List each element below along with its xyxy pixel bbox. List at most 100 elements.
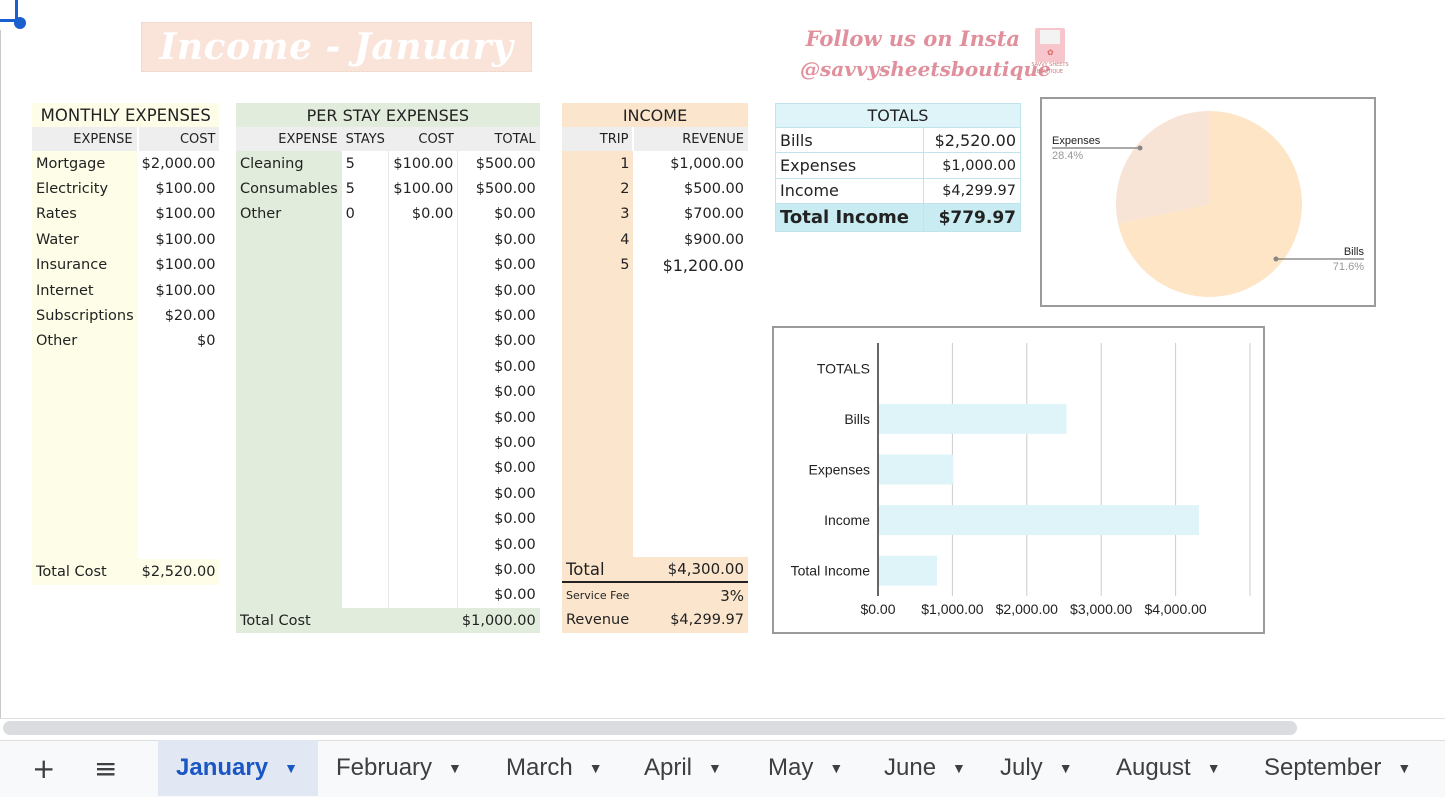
expense-name[interactable] — [236, 354, 342, 380]
trip-revenue[interactable]: $1,000.00 — [633, 151, 748, 177]
add-sheet-button[interactable]: + — [32, 752, 55, 785]
expense-cost[interactable] — [388, 379, 458, 405]
per-stay-total-value[interactable]: $1,000.00 — [458, 608, 540, 633]
sheet-tab-september[interactable]: September ▼ — [1246, 740, 1416, 796]
expense-cost[interactable] — [388, 557, 458, 583]
sheet-tab-april[interactable]: April ▼ — [626, 740, 750, 796]
expense-total[interactable]: $0.00 — [457, 201, 540, 228]
pie-chart[interactable]: Expenses 28.4% Bills 71.6% — [1040, 97, 1376, 307]
expense-name[interactable]: Other — [236, 201, 342, 228]
expense-name[interactable] — [236, 252, 342, 278]
expense-cost[interactable] — [388, 481, 458, 507]
totals-value[interactable]: $4,299.97 — [922, 177, 1022, 205]
expense-name[interactable] — [236, 277, 342, 304]
expense-name[interactable]: Electricity — [32, 176, 138, 202]
trip-revenue[interactable]: $700.00 — [633, 201, 748, 228]
col-header-trip[interactable]: TRIP — [562, 127, 634, 151]
expense-cost[interactable]: $100.00 — [137, 252, 220, 278]
expense-total[interactable]: $0.00 — [457, 557, 540, 583]
stays-count[interactable] — [341, 277, 389, 304]
expense-cost[interactable] — [388, 404, 458, 431]
sheet-tab-june[interactable]: June ▼ — [866, 740, 982, 796]
sheet-tab-march[interactable]: March ▼ — [488, 740, 626, 796]
trip-revenue[interactable]: $500.00 — [633, 176, 748, 202]
stays-count[interactable]: 0 — [341, 201, 389, 228]
expense-name[interactable] — [236, 303, 342, 329]
col-header-expense[interactable]: EXPENSE — [32, 127, 138, 151]
expense-total[interactable]: $0.00 — [457, 481, 540, 507]
sheet-tab-january[interactable]: January ▼ — [158, 740, 318, 796]
col-header-cost[interactable]: COST — [136, 127, 220, 151]
stays-count[interactable] — [341, 404, 389, 431]
chevron-down-icon[interactable]: ▼ — [952, 760, 966, 776]
expense-cost[interactable]: $100.00 — [388, 151, 458, 177]
service-fee-value[interactable]: 3% — [633, 582, 748, 607]
expense-cost[interactable] — [388, 252, 458, 278]
expense-total[interactable]: $0.00 — [457, 227, 540, 253]
expense-cost[interactable]: $20.00 — [137, 303, 220, 329]
expense-total[interactable]: $0.00 — [457, 303, 540, 329]
pie-slice-expenses[interactable] — [1116, 111, 1209, 224]
expense-cost[interactable] — [388, 455, 458, 482]
expense-name[interactable] — [236, 481, 342, 507]
bar-income[interactable] — [879, 505, 1199, 536]
stays-count[interactable] — [341, 430, 389, 456]
chevron-down-icon[interactable]: ▼ — [1397, 760, 1411, 776]
stays-count[interactable] — [341, 252, 389, 278]
expense-name[interactable]: Subscriptions — [32, 303, 138, 329]
all-sheets-menu-icon[interactable]: ≡ — [94, 752, 117, 785]
expense-total[interactable]: $0.00 — [457, 379, 540, 405]
chevron-down-icon[interactable]: ▼ — [1207, 760, 1221, 776]
totals-value[interactable]: $2,520.00 — [922, 126, 1022, 154]
chevron-down-icon[interactable]: ▼ — [829, 760, 843, 776]
expense-total[interactable]: $500.00 — [457, 176, 540, 202]
expense-name[interactable] — [236, 582, 342, 609]
col-header-cost[interactable]: COST — [388, 127, 458, 151]
col-header-stays[interactable]: STAYS — [341, 127, 389, 151]
stays-count[interactable] — [341, 455, 389, 482]
expense-name[interactable]: Other — [32, 328, 138, 355]
expense-total[interactable]: $0.00 — [457, 404, 540, 431]
stays-count[interactable] — [341, 481, 389, 507]
stays-count[interactable]: 5 — [341, 176, 389, 202]
expense-name[interactable]: Consumables — [236, 176, 342, 202]
expense-cost[interactable] — [388, 277, 458, 304]
expense-name[interactable]: Insurance — [32, 252, 138, 278]
stays-count[interactable] — [341, 506, 389, 532]
expense-cost[interactable]: $0 — [137, 328, 220, 355]
expense-cost[interactable]: $100.00 — [388, 176, 458, 202]
trip-revenue[interactable]: $900.00 — [633, 227, 748, 253]
trip-number[interactable]: 3 — [562, 201, 634, 228]
expense-total[interactable]: $0.00 — [457, 582, 540, 609]
trip-revenue[interactable]: $1,200.00 — [633, 252, 748, 278]
expense-name[interactable] — [236, 531, 342, 558]
expense-name[interactable] — [236, 404, 342, 431]
expense-name[interactable] — [236, 328, 342, 355]
trip-number[interactable]: 4 — [562, 227, 634, 253]
sheet-tab-february[interactable]: February ▼ — [318, 740, 488, 796]
trip-number[interactable]: 2 — [562, 176, 634, 202]
stays-count[interactable] — [341, 557, 389, 583]
expense-cost[interactable]: $100.00 — [137, 201, 220, 228]
expense-cost[interactable]: $100.00 — [137, 277, 220, 304]
expense-name[interactable] — [236, 379, 342, 405]
monthly-total-value[interactable]: $2,520.00 — [138, 559, 220, 584]
expense-name[interactable]: Cleaning — [236, 151, 342, 177]
expense-total[interactable]: $0.00 — [457, 430, 540, 456]
expense-total[interactable]: $0.00 — [457, 531, 540, 558]
selection-fill-handle[interactable] — [14, 17, 26, 29]
revenue-value[interactable]: $4,299.97 — [633, 608, 748, 633]
chevron-down-icon[interactable]: ▼ — [589, 760, 603, 776]
expense-total[interactable]: $0.00 — [457, 277, 540, 304]
expense-cost[interactable]: $100.00 — [137, 227, 220, 253]
bar-chart[interactable]: TOTALS Bills Expenses Income Total Income $0.… — [772, 326, 1265, 634]
sheet-tab-august[interactable]: August ▼ — [1098, 740, 1246, 796]
total-income-value[interactable]: $779.97 — [922, 203, 1022, 233]
stays-count[interactable] — [341, 328, 389, 355]
expense-cost[interactable] — [388, 354, 458, 380]
expense-total[interactable]: $0.00 — [457, 328, 540, 355]
expense-cost[interactable] — [388, 506, 458, 532]
expense-total[interactable]: $0.00 — [457, 354, 540, 380]
expense-name[interactable]: Rates — [32, 201, 138, 228]
expense-name[interactable]: Water — [32, 227, 138, 253]
